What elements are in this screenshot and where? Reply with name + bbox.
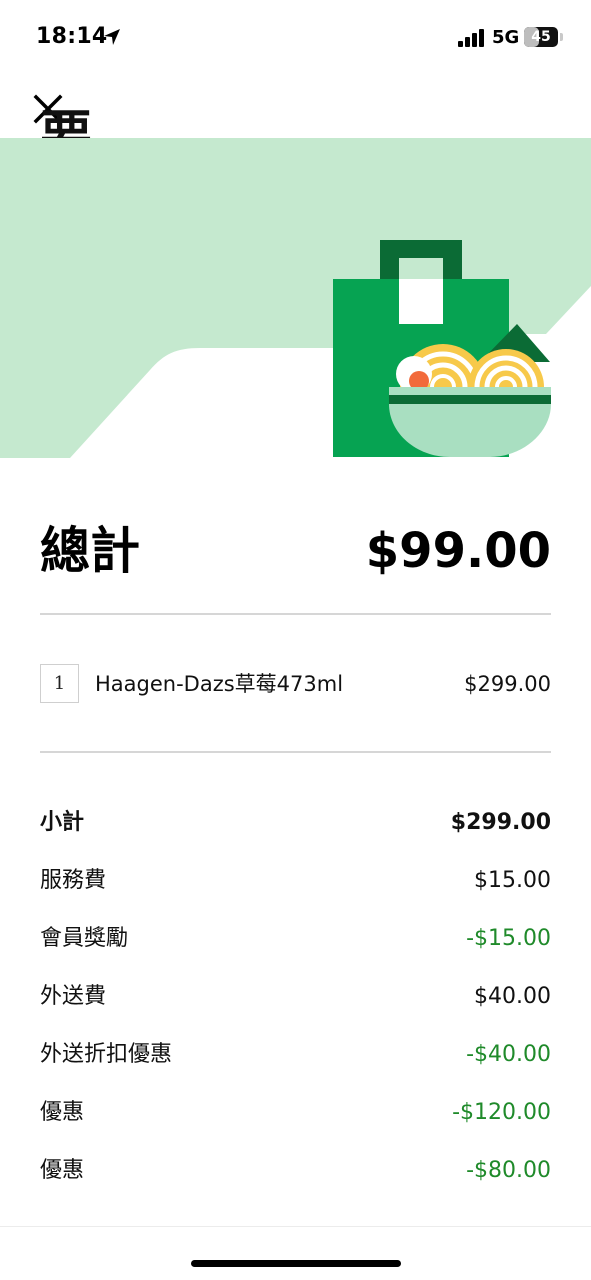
fee-value: -$120.00: [452, 1100, 551, 1125]
fee-label: 小計: [40, 810, 85, 835]
fee-label: 優惠: [40, 1100, 85, 1125]
fee-label: 服務費: [40, 868, 107, 893]
bottom-divider: [0, 1226, 591, 1227]
fee-value: $40.00: [474, 984, 551, 1009]
fee-label: 外送折扣優惠: [40, 1042, 173, 1067]
item-name: Haagen-Dazs草莓473ml: [95, 672, 344, 696]
fee-row-subtotal: 小計 $299.00: [40, 802, 551, 860]
fee-row-member-reward: 會員獎勵 -$15.00: [40, 918, 551, 976]
home-indicator[interactable]: [191, 1260, 401, 1267]
item-quantity: 1: [40, 664, 79, 703]
hero-banner: [0, 138, 591, 458]
fee-row-delivery: 外送費 $40.00: [40, 976, 551, 1034]
fee-label: 優惠: [40, 1158, 85, 1183]
item-price: $299.00: [464, 672, 551, 696]
fee-label: 會員獎勵: [40, 926, 129, 951]
fee-value: $299.00: [450, 810, 551, 835]
fee-value: -$80.00: [466, 1158, 551, 1183]
order-item: 1 Haagen-Dazs草莓473ml $299.00: [40, 664, 551, 704]
fee-value: $15.00: [474, 868, 551, 893]
fee-row-service: 服務費 $15.00: [40, 860, 551, 918]
status-bar: 18:14 5G 45: [0, 0, 591, 76]
battery-cap: [560, 33, 563, 41]
fee-value: -$40.00: [466, 1042, 551, 1067]
cellular-signal-icon: [458, 29, 484, 47]
fee-row-promo: 優惠 -$120.00: [40, 1092, 551, 1150]
grocery-bag-noodle-bowl-illustration: [0, 138, 591, 458]
fee-label: 外送費: [40, 984, 107, 1009]
location-arrow-icon: [104, 29, 120, 45]
total-label: 總計: [40, 522, 140, 580]
fee-value: -$15.00: [466, 926, 551, 951]
divider: [40, 751, 551, 753]
fee-row-promo: 優惠 -$80.00: [40, 1150, 551, 1208]
fee-row-delivery-discount: 外送折扣優惠 -$40.00: [40, 1034, 551, 1092]
total-amount: $99.00: [365, 523, 551, 579]
battery-icon: 45: [524, 27, 558, 47]
status-time: 18:14: [36, 24, 108, 49]
battery-percentage: 45: [531, 29, 551, 45]
fee-breakdown: 小計 $299.00 服務費 $15.00 會員獎勵 -$15.00 外送費 $…: [40, 802, 551, 1208]
total-row: 總計 $99.00: [40, 518, 551, 584]
network-type: 5G: [492, 27, 520, 48]
page-title: 要: [40, 106, 93, 138]
divider: [40, 613, 551, 615]
